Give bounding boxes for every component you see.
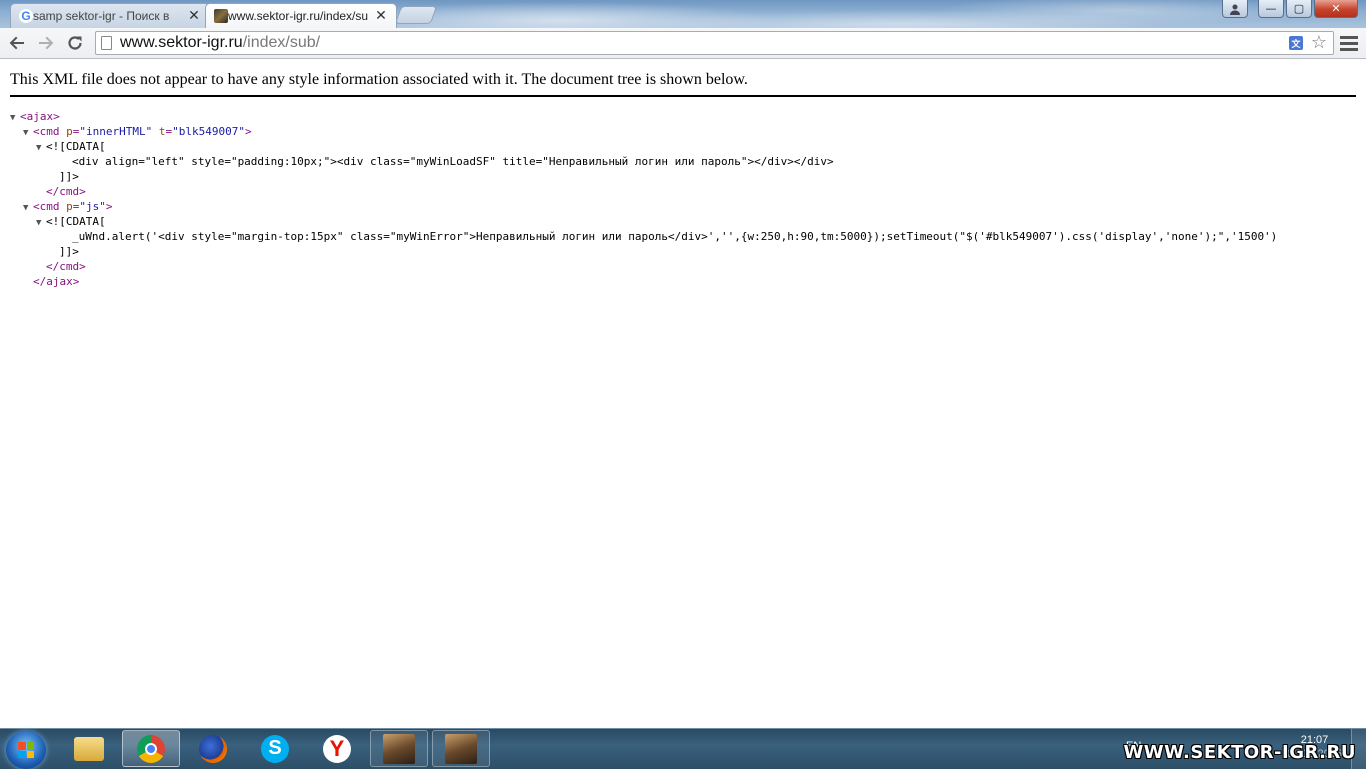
- game-app-icon: [383, 733, 415, 764]
- site-favicon-icon: [214, 9, 228, 23]
- user-icon: [1230, 4, 1240, 15]
- xml-tag-text: </cmd>: [46, 185, 86, 198]
- tab-close-icon[interactable]: ✕: [374, 8, 388, 24]
- taskbar-yandex[interactable]: Y: [308, 730, 366, 767]
- xml-plain-text: ]]>: [59, 170, 79, 183]
- forward-button[interactable]: [35, 32, 57, 54]
- page-icon: [101, 36, 112, 50]
- url-host: www.sektor-igr.ru: [120, 34, 243, 51]
- taskbar-game-app-1[interactable]: [370, 730, 428, 767]
- xml-tree-line: </ajax>: [10, 274, 1277, 289]
- taskbar-firefox[interactable]: [184, 730, 242, 767]
- close-window-button[interactable]: ✕: [1314, 0, 1358, 18]
- collapse-triangle-icon[interactable]: ▼: [36, 216, 46, 231]
- address-url[interactable]: www.sektor-igr.ru/index/sub/: [120, 34, 320, 52]
- xml-style-notice: This XML file does not appear to have an…: [10, 71, 1356, 97]
- browser-titlebar: G samp sektor-igr - Поиск в ✕ www.sektor…: [0, 0, 1366, 28]
- reload-button[interactable]: [64, 32, 86, 54]
- bookmark-star-icon[interactable]: ☆: [1311, 32, 1327, 53]
- xml-attr-text: p: [66, 125, 73, 138]
- xml-val-text: "innerHTML": [79, 125, 153, 138]
- arrow-right-icon: [39, 36, 54, 50]
- url-path: /index/sub/: [242, 34, 321, 51]
- firefox-icon: [199, 734, 227, 763]
- xml-plain-text: <div align="left" style="padding:10px;">…: [72, 155, 834, 168]
- collapse-triangle-icon[interactable]: ▼: [23, 126, 33, 141]
- google-icon: G: [19, 9, 33, 23]
- xml-tag-text: <ajax>: [20, 110, 60, 123]
- start-button[interactable]: [6, 731, 46, 769]
- taskbar-explorer[interactable]: [60, 730, 118, 767]
- xml-tree-line: <div align="left" style="padding:10px;">…: [10, 154, 1277, 169]
- tab-title: www.sektor-igr.ru/index/su: [228, 9, 369, 23]
- explorer-icon: [74, 736, 104, 761]
- skype-icon: S: [261, 734, 289, 763]
- new-tab-button[interactable]: [394, 6, 438, 24]
- reload-icon: [68, 36, 82, 50]
- xml-tree-line: ]]>: [10, 169, 1277, 184]
- xml-document-tree: ▼ <ajax> ▼ <cmd p="innerHTML" t="blk549007"…: [10, 109, 1277, 289]
- xml-tag-text: </ajax>: [33, 275, 80, 288]
- minimize-button[interactable]: —: [1258, 0, 1284, 18]
- xml-tag-text: </cmd>: [46, 260, 86, 273]
- yandex-browser-icon: Y: [323, 734, 351, 763]
- translate-icon[interactable]: 文: [1289, 36, 1303, 50]
- xml-tag-text: >: [105, 200, 113, 213]
- xml-val-text: "js": [79, 200, 106, 213]
- xml-plain-text: <![CDATA[: [46, 140, 106, 153]
- xml-plain-text: <![CDATA[: [46, 215, 106, 228]
- window-controls: — ▢ ✕: [1222, 0, 1358, 18]
- browser-toolbar: www.sektor-igr.ru/index/sub/ 文 ☆: [0, 28, 1366, 59]
- menu-bar-icon: [1340, 47, 1358, 51]
- chrome-icon: [137, 734, 165, 763]
- menu-bar-icon: [1340, 41, 1358, 45]
- xml-tag-text: [152, 125, 159, 138]
- xml-tree-line: </cmd>: [10, 184, 1277, 199]
- maximize-button[interactable]: ▢: [1286, 0, 1312, 18]
- taskbar-chrome[interactable]: [122, 730, 180, 767]
- xml-tree-line: </cmd>: [10, 259, 1277, 274]
- xml-tag-text: <cmd: [33, 125, 67, 138]
- tab-title: samp sektor-igr - Поиск в: [33, 9, 170, 23]
- watermark-text: WWW.SEKTOR-IGR.RU: [1123, 742, 1356, 763]
- xml-tree-line: ▼ <cmd p="innerHTML" t="blk549007">: [10, 124, 1277, 139]
- xml-plain-text: ]]>: [59, 245, 79, 258]
- tab-sektor-igr[interactable]: www.sektor-igr.ru/index/su ✕: [205, 3, 397, 28]
- xml-tree-line: _uWnd.alert('<div style="margin-top:15px…: [10, 229, 1277, 244]
- xml-tree-line: ▼ <ajax>: [10, 109, 1277, 124]
- xml-tree-line: ]]>: [10, 244, 1277, 259]
- taskbar-game-app-2[interactable]: [432, 730, 490, 767]
- browser-menu-button[interactable]: [1340, 33, 1358, 53]
- collapse-triangle-icon[interactable]: ▼: [10, 111, 20, 126]
- tab-google-search[interactable]: G samp sektor-igr - Поиск в ✕: [10, 3, 210, 28]
- taskbar-skype[interactable]: S: [246, 730, 304, 767]
- xml-attr-text: p: [66, 200, 73, 213]
- collapse-triangle-icon[interactable]: ▼: [23, 201, 33, 216]
- back-button[interactable]: [6, 32, 28, 54]
- xml-tag-text: >: [244, 125, 252, 138]
- xml-tree-line: ▼ <![CDATA[: [10, 139, 1277, 154]
- windows-logo-icon: [18, 742, 34, 758]
- arrow-left-icon: [9, 36, 24, 50]
- profile-button[interactable]: [1222, 0, 1248, 18]
- xml-tree-line: ▼ <![CDATA[: [10, 214, 1277, 229]
- page-content: This XML file does not appear to have an…: [0, 59, 1366, 728]
- xml-tree-line: ▼ <cmd p="js">: [10, 199, 1277, 214]
- tab-close-icon[interactable]: ✕: [187, 8, 201, 24]
- xml-val-text: "blk549007": [172, 125, 245, 138]
- collapse-triangle-icon[interactable]: ▼: [36, 141, 46, 156]
- menu-bar-icon: [1340, 35, 1358, 39]
- address-bar[interactable]: www.sektor-igr.ru/index/sub/ 文 ☆: [95, 31, 1334, 55]
- xml-tag-text: <cmd: [33, 200, 67, 213]
- xml-plain-text: _uWnd.alert('<div style="margin-top:15px…: [72, 230, 1278, 243]
- game-app-icon: [445, 733, 477, 764]
